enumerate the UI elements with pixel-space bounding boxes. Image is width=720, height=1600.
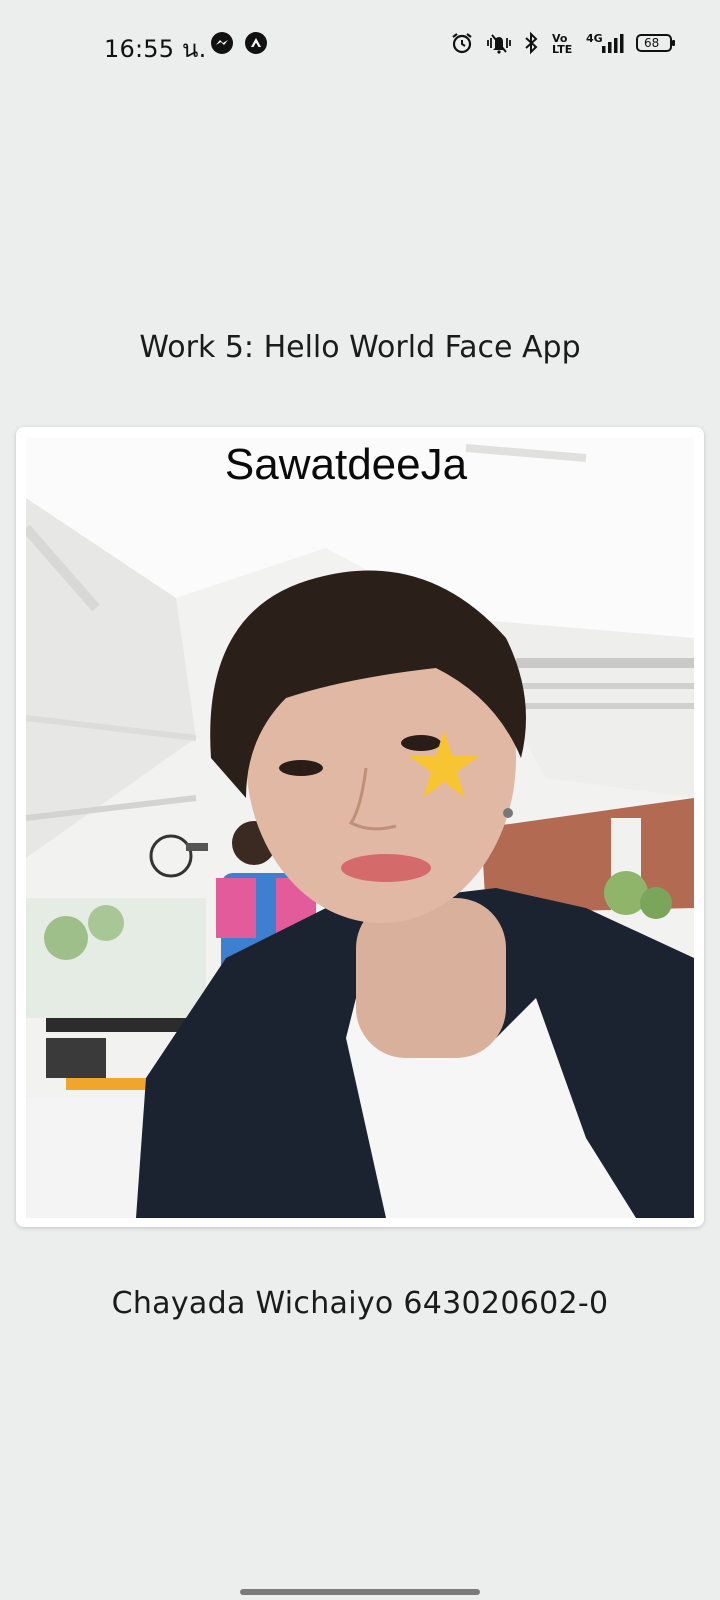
photo-overlay-text: SawatdeeJa <box>224 440 468 489</box>
alarm-icon <box>450 31 474 55</box>
vibrate-icon <box>484 31 514 55</box>
home-indicator[interactable] <box>240 1589 480 1595</box>
signal-icon <box>598 31 624 55</box>
app-notification-icon <box>244 31 268 55</box>
face-photo: SawatdeeJa <box>26 438 694 1218</box>
volte-icon: Vo LTE <box>552 32 573 56</box>
bluetooth-icon <box>522 31 540 55</box>
author-name: Chayada Wichaiyo 643020602-0 <box>111 1286 609 1321</box>
status-time: 16:55 น. <box>104 35 207 63</box>
battery-level: 68 <box>644 36 660 50</box>
status-bar: 16:55 น. Vo LTE 4G 68 <box>0 0 720 92</box>
page-title: Work 5: Hello World Face App <box>139 330 581 365</box>
messenger-icon <box>210 31 234 55</box>
